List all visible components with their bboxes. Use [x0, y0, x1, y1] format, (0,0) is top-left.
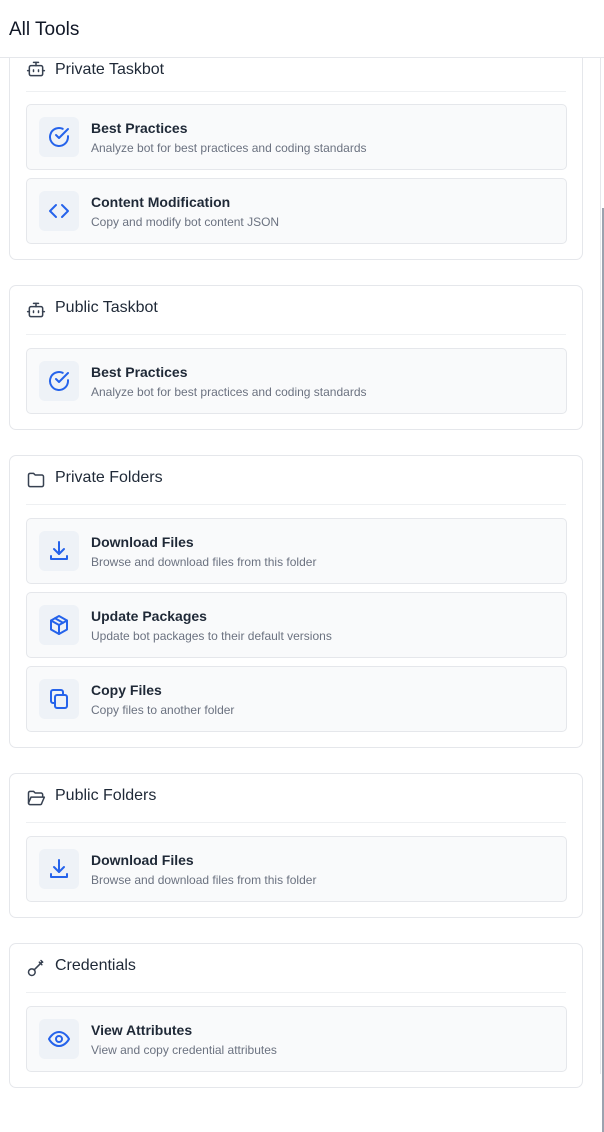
section-private-folders: Private Folders Download Files Browse an… — [9, 455, 583, 748]
tool-view-attributes[interactable]: View Attributes View and copy credential… — [26, 1006, 567, 1072]
check-circle-icon — [39, 117, 79, 157]
download-icon — [39, 849, 79, 889]
tool-title: View Attributes — [91, 1022, 193, 1038]
tool-description: Analyze bot for best practices and codin… — [91, 141, 367, 155]
copy-icon — [39, 679, 79, 719]
tool-title: Copy Files — [91, 682, 162, 698]
tool-description: Analyze bot for best practices and codin… — [91, 385, 367, 399]
section-public-taskbot: Public Taskbot Best Practices Analyze bo… — [9, 285, 583, 430]
section-title: Public Folders — [55, 787, 157, 804]
section-title: Public Taskbot — [55, 299, 158, 316]
bot-icon — [26, 300, 46, 320]
tool-best-practices[interactable]: Best Practices Analyze bot for best prac… — [26, 104, 567, 170]
tool-title: Best Practices — [91, 120, 188, 136]
section-header: Credentials — [26, 944, 566, 993]
tool-title: Update Packages — [91, 608, 207, 624]
section-header: Private Folders — [26, 456, 566, 505]
code-icon — [39, 191, 79, 231]
tool-title: Best Practices — [91, 364, 188, 380]
tool-title: Download Files — [91, 534, 194, 550]
tool-description: View and copy credential attributes — [91, 1043, 277, 1057]
header-bar: All Tools — [0, 0, 604, 58]
folder-open-icon — [26, 788, 46, 808]
bot-icon — [26, 59, 46, 79]
tool-update-packages[interactable]: Update Packages Update bot packages to t… — [26, 592, 567, 658]
scrollbar[interactable] — [600, 58, 604, 1132]
folder-icon — [26, 470, 46, 490]
tool-copy-files[interactable]: Copy Files Copy files to another folder — [26, 666, 567, 732]
tool-description: Update bot packages to their default ver… — [91, 629, 332, 643]
check-circle-icon — [39, 361, 79, 401]
tool-description: Browse and download files from this fold… — [91, 555, 317, 569]
key-icon — [26, 958, 46, 978]
tool-download-files[interactable]: Download Files Browse and download files… — [26, 518, 567, 584]
section-header: Public Taskbot — [26, 286, 566, 335]
tool-title: Content Modification — [91, 194, 231, 210]
page-title: All Tools — [9, 19, 80, 40]
tool-download-files[interactable]: Download Files Browse and download files… — [26, 836, 567, 902]
section-credentials: Credentials View Attributes View and cop… — [9, 943, 583, 1088]
section-header: Public Folders — [26, 774, 566, 823]
tool-title: Download Files — [91, 852, 194, 868]
tool-description: Copy and modify bot content JSON — [91, 215, 280, 229]
section-private-taskbot: Private Taskbot Best Practices Analyze b… — [9, 44, 583, 260]
section-title: Private Folders — [55, 469, 163, 486]
tool-description: Copy files to another folder — [91, 703, 235, 717]
section-title: Private Taskbot — [55, 61, 165, 78]
package-icon — [39, 605, 79, 645]
tool-best-practices[interactable]: Best Practices Analyze bot for best prac… — [26, 348, 567, 414]
section-public-folders: Public Folders Download Files Browse and… — [9, 773, 583, 918]
section-title: Credentials — [55, 957, 136, 974]
download-icon — [39, 531, 79, 571]
tool-description: Browse and download files from this fold… — [91, 873, 317, 887]
tool-content-modification[interactable]: Content Modification Copy and modify bot… — [26, 178, 567, 244]
eye-icon — [39, 1019, 79, 1059]
